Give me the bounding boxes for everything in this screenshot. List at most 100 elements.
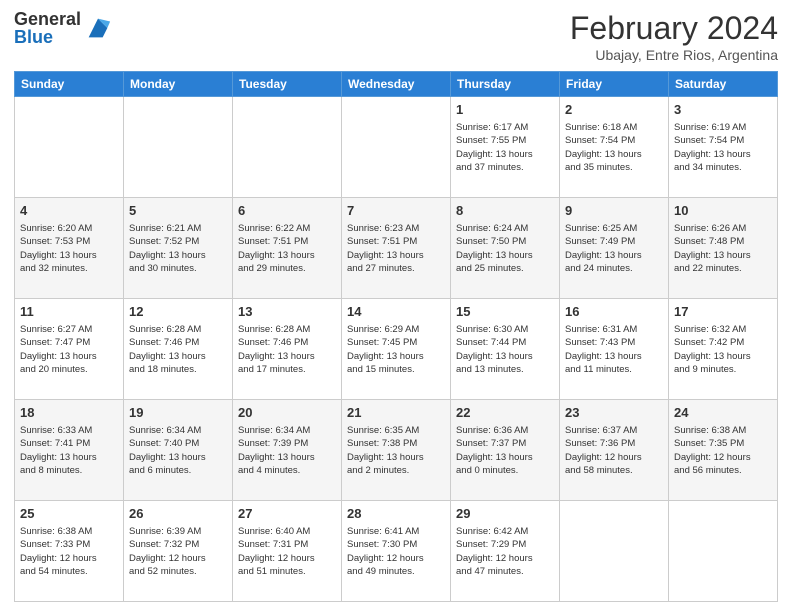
day-number: 26 <box>129 505 227 523</box>
table-cell: 2Sunrise: 6:18 AMSunset: 7:54 PMDaylight… <box>560 97 669 198</box>
day-number: 21 <box>347 404 445 422</box>
cell-content: 13Sunrise: 6:28 AMSunset: 7:46 PMDayligh… <box>238 303 336 376</box>
col-sunday: Sunday <box>15 72 124 97</box>
table-cell: 26Sunrise: 6:39 AMSunset: 7:32 PMDayligh… <box>124 501 233 602</box>
cell-content: 2Sunrise: 6:18 AMSunset: 7:54 PMDaylight… <box>565 101 663 174</box>
day-number: 27 <box>238 505 336 523</box>
day-number: 10 <box>674 202 772 220</box>
cell-content: 21Sunrise: 6:35 AMSunset: 7:38 PMDayligh… <box>347 404 445 477</box>
header: General Blue February 2024 Ubajay, Entre… <box>14 10 778 63</box>
table-cell: 9Sunrise: 6:25 AMSunset: 7:49 PMDaylight… <box>560 198 669 299</box>
cell-content: 27Sunrise: 6:40 AMSunset: 7:31 PMDayligh… <box>238 505 336 578</box>
table-cell: 29Sunrise: 6:42 AMSunset: 7:29 PMDayligh… <box>451 501 560 602</box>
table-cell: 22Sunrise: 6:36 AMSunset: 7:37 PMDayligh… <box>451 400 560 501</box>
day-number: 29 <box>456 505 554 523</box>
cell-content: 15Sunrise: 6:30 AMSunset: 7:44 PMDayligh… <box>456 303 554 376</box>
cell-content: 1Sunrise: 6:17 AMSunset: 7:55 PMDaylight… <box>456 101 554 174</box>
table-cell: 28Sunrise: 6:41 AMSunset: 7:30 PMDayligh… <box>342 501 451 602</box>
day-number: 20 <box>238 404 336 422</box>
day-number: 6 <box>238 202 336 220</box>
table-cell <box>124 97 233 198</box>
cell-content: 19Sunrise: 6:34 AMSunset: 7:40 PMDayligh… <box>129 404 227 477</box>
table-cell: 18Sunrise: 6:33 AMSunset: 7:41 PMDayligh… <box>15 400 124 501</box>
col-wednesday: Wednesday <box>342 72 451 97</box>
day-number: 7 <box>347 202 445 220</box>
day-number: 8 <box>456 202 554 220</box>
col-friday: Friday <box>560 72 669 97</box>
cell-content: 24Sunrise: 6:38 AMSunset: 7:35 PMDayligh… <box>674 404 772 477</box>
table-cell: 1Sunrise: 6:17 AMSunset: 7:55 PMDaylight… <box>451 97 560 198</box>
table-cell: 27Sunrise: 6:40 AMSunset: 7:31 PMDayligh… <box>233 501 342 602</box>
day-number: 5 <box>129 202 227 220</box>
table-row: 18Sunrise: 6:33 AMSunset: 7:41 PMDayligh… <box>15 400 778 501</box>
table-cell: 13Sunrise: 6:28 AMSunset: 7:46 PMDayligh… <box>233 299 342 400</box>
col-tuesday: Tuesday <box>233 72 342 97</box>
cell-content: 16Sunrise: 6:31 AMSunset: 7:43 PMDayligh… <box>565 303 663 376</box>
day-number: 13 <box>238 303 336 321</box>
day-number: 16 <box>565 303 663 321</box>
table-cell: 23Sunrise: 6:37 AMSunset: 7:36 PMDayligh… <box>560 400 669 501</box>
cell-content: 6Sunrise: 6:22 AMSunset: 7:51 PMDaylight… <box>238 202 336 275</box>
day-number: 2 <box>565 101 663 119</box>
day-number: 15 <box>456 303 554 321</box>
table-cell: 5Sunrise: 6:21 AMSunset: 7:52 PMDaylight… <box>124 198 233 299</box>
table-cell <box>15 97 124 198</box>
calendar-title: February 2024 <box>570 10 778 47</box>
cell-content: 18Sunrise: 6:33 AMSunset: 7:41 PMDayligh… <box>20 404 118 477</box>
day-number: 14 <box>347 303 445 321</box>
cell-content: 3Sunrise: 6:19 AMSunset: 7:54 PMDaylight… <box>674 101 772 174</box>
table-cell: 20Sunrise: 6:34 AMSunset: 7:39 PMDayligh… <box>233 400 342 501</box>
day-number: 12 <box>129 303 227 321</box>
day-number: 1 <box>456 101 554 119</box>
calendar-table: Sunday Monday Tuesday Wednesday Thursday… <box>14 71 778 602</box>
table-cell: 16Sunrise: 6:31 AMSunset: 7:43 PMDayligh… <box>560 299 669 400</box>
cell-content: 11Sunrise: 6:27 AMSunset: 7:47 PMDayligh… <box>20 303 118 376</box>
day-number: 25 <box>20 505 118 523</box>
table-row: 1Sunrise: 6:17 AMSunset: 7:55 PMDaylight… <box>15 97 778 198</box>
table-cell: 25Sunrise: 6:38 AMSunset: 7:33 PMDayligh… <box>15 501 124 602</box>
header-row: Sunday Monday Tuesday Wednesday Thursday… <box>15 72 778 97</box>
col-thursday: Thursday <box>451 72 560 97</box>
cell-content: 20Sunrise: 6:34 AMSunset: 7:39 PMDayligh… <box>238 404 336 477</box>
cell-content: 5Sunrise: 6:21 AMSunset: 7:52 PMDaylight… <box>129 202 227 275</box>
table-cell: 4Sunrise: 6:20 AMSunset: 7:53 PMDaylight… <box>15 198 124 299</box>
day-number: 17 <box>674 303 772 321</box>
logo: General Blue <box>14 10 112 46</box>
logo-general: General <box>14 10 81 28</box>
logo-blue: Blue <box>14 28 81 46</box>
calendar-subtitle: Ubajay, Entre Rios, Argentina <box>570 47 778 63</box>
cell-content: 26Sunrise: 6:39 AMSunset: 7:32 PMDayligh… <box>129 505 227 578</box>
table-cell: 17Sunrise: 6:32 AMSunset: 7:42 PMDayligh… <box>669 299 778 400</box>
table-cell: 10Sunrise: 6:26 AMSunset: 7:48 PMDayligh… <box>669 198 778 299</box>
logo-icon <box>84 14 112 42</box>
cell-content: 29Sunrise: 6:42 AMSunset: 7:29 PMDayligh… <box>456 505 554 578</box>
day-number: 4 <box>20 202 118 220</box>
cell-content: 12Sunrise: 6:28 AMSunset: 7:46 PMDayligh… <box>129 303 227 376</box>
cell-content: 10Sunrise: 6:26 AMSunset: 7:48 PMDayligh… <box>674 202 772 275</box>
day-number: 11 <box>20 303 118 321</box>
table-cell: 24Sunrise: 6:38 AMSunset: 7:35 PMDayligh… <box>669 400 778 501</box>
table-row: 4Sunrise: 6:20 AMSunset: 7:53 PMDaylight… <box>15 198 778 299</box>
table-cell: 14Sunrise: 6:29 AMSunset: 7:45 PMDayligh… <box>342 299 451 400</box>
cell-content: 22Sunrise: 6:36 AMSunset: 7:37 PMDayligh… <box>456 404 554 477</box>
day-number: 9 <box>565 202 663 220</box>
day-number: 22 <box>456 404 554 422</box>
day-number: 23 <box>565 404 663 422</box>
table-cell: 19Sunrise: 6:34 AMSunset: 7:40 PMDayligh… <box>124 400 233 501</box>
table-cell: 6Sunrise: 6:22 AMSunset: 7:51 PMDaylight… <box>233 198 342 299</box>
table-cell: 3Sunrise: 6:19 AMSunset: 7:54 PMDaylight… <box>669 97 778 198</box>
title-section: February 2024 Ubajay, Entre Rios, Argent… <box>570 10 778 63</box>
day-number: 24 <box>674 404 772 422</box>
table-cell <box>342 97 451 198</box>
table-cell: 7Sunrise: 6:23 AMSunset: 7:51 PMDaylight… <box>342 198 451 299</box>
cell-content: 25Sunrise: 6:38 AMSunset: 7:33 PMDayligh… <box>20 505 118 578</box>
table-row: 25Sunrise: 6:38 AMSunset: 7:33 PMDayligh… <box>15 501 778 602</box>
table-cell <box>233 97 342 198</box>
cell-content: 7Sunrise: 6:23 AMSunset: 7:51 PMDaylight… <box>347 202 445 275</box>
day-number: 19 <box>129 404 227 422</box>
col-monday: Monday <box>124 72 233 97</box>
cell-content: 28Sunrise: 6:41 AMSunset: 7:30 PMDayligh… <box>347 505 445 578</box>
cell-content: 8Sunrise: 6:24 AMSunset: 7:50 PMDaylight… <box>456 202 554 275</box>
cell-content: 17Sunrise: 6:32 AMSunset: 7:42 PMDayligh… <box>674 303 772 376</box>
calendar-page: General Blue February 2024 Ubajay, Entre… <box>0 0 792 612</box>
